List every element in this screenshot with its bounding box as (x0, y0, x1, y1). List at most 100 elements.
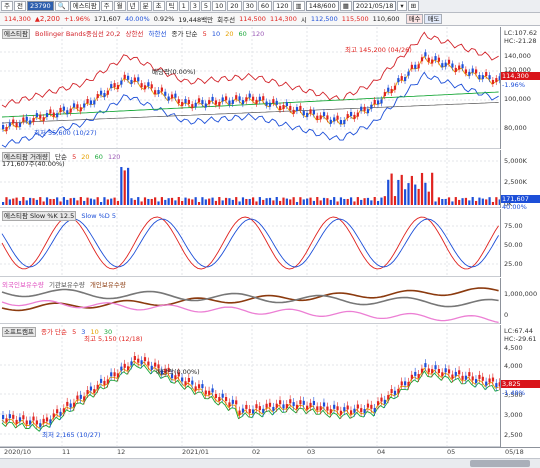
horizontal-scrollbar[interactable] (0, 458, 540, 468)
candle-body (76, 395, 79, 400)
change-pct: +1.96% (63, 15, 91, 23)
volume-bar (211, 197, 214, 205)
volume-bar (191, 199, 194, 205)
candle-body (373, 100, 376, 105)
candle-body (316, 115, 319, 120)
candle-body (454, 67, 457, 72)
axis-tick: 25.00 (504, 260, 523, 268)
sell-button[interactable]: 매도 (424, 14, 443, 24)
volume-bar (157, 201, 160, 205)
volume-bar (147, 198, 150, 205)
candle-body (255, 404, 258, 409)
pane-title[interactable]: 에스티팜 (2, 29, 30, 39)
date-picker-icon[interactable]: ▾ (397, 1, 407, 11)
candle-body (356, 112, 359, 117)
volume-bar (59, 201, 62, 205)
candle-body (15, 419, 18, 424)
period-minute[interactable]: 분 (139, 1, 152, 11)
candle-body (25, 420, 28, 425)
volume-bar (116, 200, 120, 205)
candle-body (390, 389, 393, 394)
calendar-icon[interactable]: ▦ (339, 1, 352, 11)
interval-5[interactable]: 5 (200, 1, 211, 11)
period-month[interactable]: 월 (113, 1, 126, 11)
lock-icon[interactable]: ⊞ (407, 1, 420, 11)
stock-name-field[interactable]: 에스티팜 (69, 1, 100, 11)
period-second[interactable]: 초 (152, 1, 165, 11)
candle-body (414, 371, 417, 376)
candle-body (147, 361, 150, 366)
interval-30[interactable]: 30 (242, 1, 257, 11)
candle-body (99, 90, 103, 95)
candle-body (471, 376, 474, 381)
candle-body (431, 59, 434, 64)
candle-body (346, 405, 349, 410)
candle-body (265, 403, 268, 408)
interval-10[interactable]: 10 (212, 1, 227, 11)
high-annotation: 최고 5,150 (12/18) (84, 335, 143, 343)
volume-bar (221, 200, 224, 205)
jeon-button[interactable]: 전 (13, 1, 26, 11)
candle-body (167, 96, 170, 101)
date-field[interactable]: 2021/05/18 (352, 1, 397, 11)
volume-bar (174, 200, 177, 205)
interval-60[interactable]: 60 (257, 1, 273, 11)
candle-body (184, 381, 187, 386)
candle-body (468, 372, 471, 377)
volume-bar (424, 182, 427, 205)
volume-bar (414, 184, 417, 205)
candle-body (5, 127, 8, 132)
holdings-pane[interactable]: 외국인보유수량 기관보유수량 개인보유수량 (0, 278, 500, 324)
period-year[interactable]: 년 (126, 1, 139, 11)
candle-body (204, 103, 207, 108)
axis-tick: 4,500 (504, 344, 523, 352)
axis-tick: 3,000 (504, 411, 523, 419)
volume-bar (458, 199, 461, 205)
stochastic-pane[interactable]: 에스티팜 Slow %K 12.5 Slow %D 5 (0, 209, 500, 277)
x-tick: 05 (447, 448, 456, 456)
search-icon[interactable]: 🔍 (54, 1, 69, 11)
candle-body (289, 399, 292, 404)
volume-bar (387, 179, 390, 205)
pane-title[interactable]: 소프트캠프 (2, 327, 36, 337)
candle-body (417, 374, 420, 379)
interval-20[interactable]: 20 (227, 1, 242, 11)
candle-body (150, 84, 153, 89)
candle-body (336, 406, 339, 411)
menu-button[interactable]: 주 (1, 1, 13, 11)
volume-bar (302, 199, 305, 205)
volume-bar (373, 197, 376, 205)
buy-button[interactable]: 매수 (405, 14, 424, 24)
volume-bar (427, 191, 430, 205)
interval-3[interactable]: 3 (189, 1, 200, 11)
interval-120[interactable]: 120 (273, 1, 292, 11)
volume-bar (56, 197, 59, 205)
candle-body (488, 378, 491, 383)
period-tick[interactable]: 틱 (165, 1, 178, 11)
candle-body (79, 107, 82, 112)
candle-body (495, 78, 498, 83)
candle-body (464, 375, 468, 380)
candle-body (417, 64, 420, 69)
candle-body (130, 361, 133, 366)
candle-body (252, 409, 255, 414)
candle-body (133, 77, 136, 82)
volume-bar (417, 188, 420, 205)
candle-body (346, 114, 349, 119)
candle-body (380, 99, 383, 104)
pane-title[interactable]: 에스티팜 Slow %K 12.5 (2, 211, 77, 221)
candle-body (241, 100, 245, 105)
scrollbar-thumb[interactable] (470, 460, 530, 467)
period-day[interactable]: 주 (100, 1, 113, 11)
stock-code-input[interactable]: 23790 (26, 1, 54, 11)
candle-body (400, 76, 403, 81)
volume-pane[interactable]: 에스티팜 거래량 단순 5 20 60 120 171,607주(40.00%) (0, 150, 500, 208)
candle-body (437, 57, 441, 62)
scroll-icon[interactable]: ▥ (292, 1, 305, 11)
interval-1[interactable]: 1 (178, 1, 189, 11)
volume-bar (218, 197, 221, 205)
candle-body (414, 64, 417, 69)
candle-body (214, 100, 218, 105)
candle-body (211, 388, 214, 393)
bar-count-field[interactable]: 148/600 (305, 1, 339, 11)
